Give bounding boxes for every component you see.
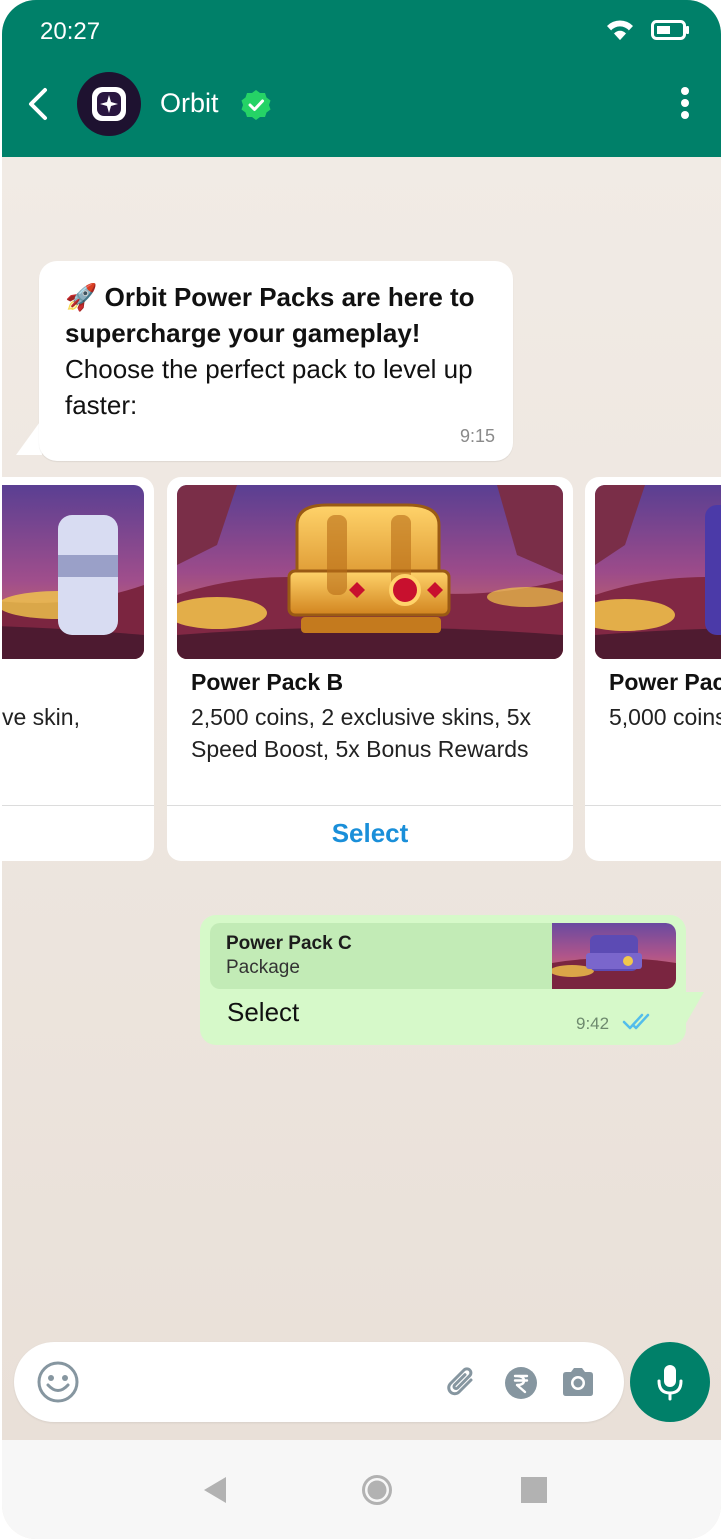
card-a-description: ve skin, [2, 704, 80, 730]
quoted-subtitle: Package [226, 957, 300, 978]
avatar[interactable] [77, 72, 141, 136]
camera-icon [563, 1368, 593, 1396]
card-a-select-button[interactable] [2, 806, 154, 861]
card-b-select-button[interactable]: Select [167, 806, 573, 861]
quoted-reply[interactable]: Power Pack C Package [210, 923, 676, 989]
chat-area[interactable]: 🚀 Orbit Power Packs are here to supercha… [2, 157, 721, 1440]
verified-check-icon [241, 90, 271, 120]
card-b-image [177, 485, 563, 659]
chat-title[interactable]: Orbit [160, 88, 219, 119]
nav-recents-icon[interactable] [521, 1477, 547, 1503]
card-a-image [2, 485, 144, 659]
payment-button[interactable] [504, 1366, 538, 1405]
emoji-button[interactable] [36, 1360, 80, 1409]
chat-header: 20:27 Orbit [2, 0, 721, 157]
card-b-description: 2,500 coins, 2 exclusive skins, 5x Speed… [191, 704, 532, 762]
wifi-icon [607, 20, 633, 40]
emoji-icon [37, 1361, 79, 1403]
status-icons [605, 18, 691, 42]
status-time: 20:27 [40, 18, 101, 45]
verified-badge [239, 88, 273, 127]
message-composer [14, 1342, 624, 1422]
attach-button[interactable] [444, 1364, 480, 1405]
quoted-title: Power Pack C [226, 933, 352, 954]
rupee-icon [505, 1367, 537, 1399]
outgoing-message-text: Select [227, 997, 300, 1027]
back-arrow-icon [29, 88, 47, 120]
rocket-emoji: 🚀 [65, 282, 98, 312]
microphone-icon [657, 1365, 683, 1401]
card-c-title: Power Pac [609, 669, 721, 695]
nav-back-icon[interactable] [202, 1475, 228, 1505]
incoming-message-time: 9:15 [459, 426, 495, 446]
more-vertical-icon [681, 87, 689, 119]
card-b-title: Power Pack B [191, 669, 344, 695]
back-button[interactable] [20, 82, 56, 126]
card-c-description: 5,000 coins Speed Boo for 48 hour [609, 704, 721, 730]
carousel-card-b[interactable]: Power Pack B 2,500 coins, 2 exclusive sk… [167, 477, 573, 861]
carousel-card-a[interactable]: ve skin, [2, 477, 154, 861]
phone-screen: 20:27 Orbit 🚀 Orbit Power Packs are here… [2, 0, 721, 1539]
incoming-message-bubble[interactable]: 🚀 Orbit Power Packs are here to supercha… [39, 261, 513, 461]
card-c-image [595, 485, 721, 659]
orbit-logo-icon [92, 87, 126, 121]
message-input[interactable] [100, 1362, 424, 1404]
camera-button[interactable] [560, 1366, 596, 1403]
outgoing-message-time: 9:42 [576, 1014, 610, 1033]
more-options-button[interactable] [679, 86, 691, 125]
voice-message-button[interactable] [630, 1342, 710, 1422]
paperclip-icon [447, 1367, 473, 1396]
incoming-message-bold: Orbit Power Packs are here to supercharg… [65, 282, 475, 348]
nav-home-icon[interactable] [361, 1474, 393, 1506]
carousel-card-c[interactable]: Power Pac 5,000 coins Speed Boo for 48 h… [585, 477, 721, 861]
read-receipt-icon [622, 1013, 650, 1030]
battery-icon [651, 20, 689, 40]
system-nav-bar [2, 1440, 721, 1539]
card-c-select-button[interactable] [585, 806, 721, 861]
incoming-message-text: 🚀 Orbit Power Packs are here to supercha… [65, 279, 495, 423]
outgoing-message-bubble[interactable]: Power Pack C Package Select 9:42 [200, 915, 686, 1045]
quoted-thumbnail [552, 923, 676, 989]
incoming-message-body: Choose the perfect pack to level up fast… [65, 354, 473, 420]
